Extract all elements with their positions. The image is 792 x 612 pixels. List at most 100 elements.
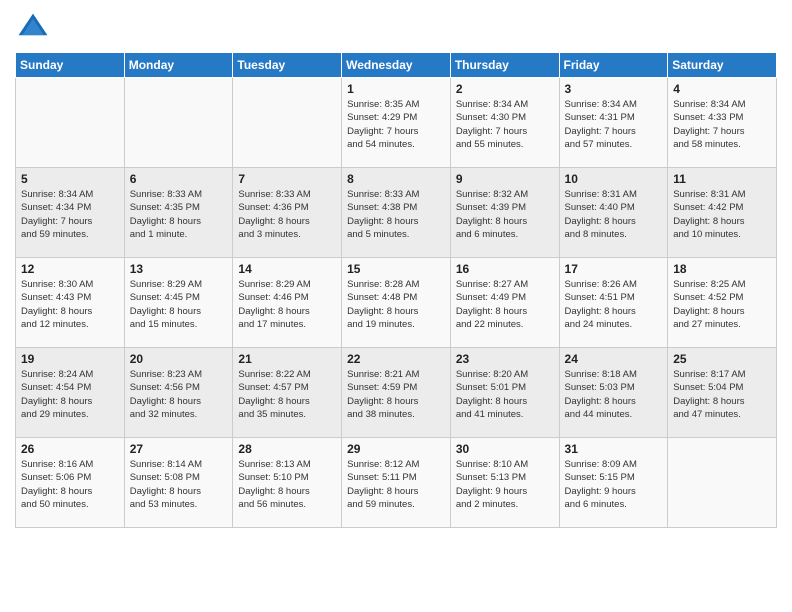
day-info: Sunrise: 8:24 AM Sunset: 4:54 PM Dayligh… <box>21 368 119 421</box>
calendar-week: 5Sunrise: 8:34 AM Sunset: 4:34 PM Daylig… <box>16 168 777 258</box>
day-info: Sunrise: 8:34 AM Sunset: 4:30 PM Dayligh… <box>456 98 554 151</box>
day-number: 11 <box>673 172 771 186</box>
calendar-cell: 24Sunrise: 8:18 AM Sunset: 5:03 PM Dayli… <box>559 348 668 438</box>
day-info: Sunrise: 8:31 AM Sunset: 4:40 PM Dayligh… <box>565 188 663 241</box>
calendar-cell: 8Sunrise: 8:33 AM Sunset: 4:38 PM Daylig… <box>342 168 451 258</box>
day-info: Sunrise: 8:10 AM Sunset: 5:13 PM Dayligh… <box>456 458 554 511</box>
calendar-cell <box>124 78 233 168</box>
day-number: 21 <box>238 352 336 366</box>
calendar-cell: 22 Sunrise: 8:21 AM Sunset: 4:59 PM Dayli… <box>342 348 451 438</box>
day-number: 22 <box>347 352 445 366</box>
day-number: 23 <box>456 352 554 366</box>
calendar-cell: 23 Sunrise: 8:20 AM Sunset: 5:01 PM Dayli… <box>450 348 559 438</box>
calendar-week: 12Sunrise: 8:30 AM Sunset: 4:43 PM Dayli… <box>16 258 777 348</box>
day-info: Sunrise: 8:20 AM Sunset: 5:01 PM Dayligh… <box>456 368 554 421</box>
day-number: 4 <box>673 82 771 96</box>
day-number: 9 <box>456 172 554 186</box>
day-info: Sunrise: 8:26 AM Sunset: 4:51 PM Dayligh… <box>565 278 663 331</box>
day-info: Sunrise: 8:34 AM Sunset: 4:33 PM Dayligh… <box>673 98 771 151</box>
day-number: 25 <box>673 352 771 366</box>
day-number: 7 <box>238 172 336 186</box>
calendar-cell: 16 Sunrise: 8:27 AM Sunset: 4:49 PM Dayli… <box>450 258 559 348</box>
calendar-cell: 11Sunrise: 8:31 AM Sunset: 4:42 PM Dayli… <box>668 168 777 258</box>
day-info: Sunrise: 8:16 AM Sunset: 5:06 PM Dayligh… <box>21 458 119 511</box>
calendar-cell: 6 Sunrise: 8:33 AM Sunset: 4:35 PM Daylig… <box>124 168 233 258</box>
header-day: Tuesday <box>233 53 342 78</box>
calendar-cell: 25 Sunrise: 8:17 AM Sunset: 5:04 PM Dayli… <box>668 348 777 438</box>
day-number: 3 <box>565 82 663 96</box>
day-number: 10 <box>565 172 663 186</box>
day-info: Sunrise: 8:18 AM Sunset: 5:03 PM Dayligh… <box>565 368 663 421</box>
day-info: Sunrise: 8:17 AM Sunset: 5:04 PM Dayligh… <box>673 368 771 421</box>
day-info: Sunrise: 8:33 AM Sunset: 4:36 PM Dayligh… <box>238 188 336 241</box>
calendar-cell: 18 Sunrise: 8:25 AM Sunset: 4:52 PM Dayli… <box>668 258 777 348</box>
day-info: Sunrise: 8:22 AM Sunset: 4:57 PM Dayligh… <box>238 368 336 421</box>
header-day: Wednesday <box>342 53 451 78</box>
day-number: 28 <box>238 442 336 456</box>
calendar-cell: 30Sunrise: 8:10 AM Sunset: 5:13 PM Dayli… <box>450 438 559 528</box>
day-number: 27 <box>130 442 228 456</box>
day-info: Sunrise: 8:14 AM Sunset: 5:08 PM Dayligh… <box>130 458 228 511</box>
header-day: Sunday <box>16 53 125 78</box>
day-number: 16 <box>456 262 554 276</box>
calendar-cell <box>668 438 777 528</box>
calendar-header: SundayMondayTuesdayWednesdayThursdayFrid… <box>16 53 777 78</box>
calendar-cell: 31 Sunrise: 8:09 AM Sunset: 5:15 PM Dayli… <box>559 438 668 528</box>
calendar-cell: 10 Sunrise: 8:31 AM Sunset: 4:40 PM Dayli… <box>559 168 668 258</box>
calendar-cell: 19 Sunrise: 8:24 AM Sunset: 4:54 PM Dayli… <box>16 348 125 438</box>
calendar: SundayMondayTuesdayWednesdayThursdayFrid… <box>15 52 777 528</box>
day-number: 20 <box>130 352 228 366</box>
calendar-cell: 21 Sunrise: 8:22 AM Sunset: 4:57 PM Dayli… <box>233 348 342 438</box>
day-info: Sunrise: 8:34 AM Sunset: 4:31 PM Dayligh… <box>565 98 663 151</box>
day-number: 6 <box>130 172 228 186</box>
page: SundayMondayTuesdayWednesdayThursdayFrid… <box>0 0 792 612</box>
calendar-week: 26 Sunrise: 8:16 AM Sunset: 5:06 PM Dayli… <box>16 438 777 528</box>
day-info: Sunrise: 8:12 AM Sunset: 5:11 PM Dayligh… <box>347 458 445 511</box>
day-number: 12 <box>21 262 119 276</box>
calendar-cell: 15Sunrise: 8:28 AM Sunset: 4:48 PM Dayli… <box>342 258 451 348</box>
calendar-cell: 29Sunrise: 8:12 AM Sunset: 5:11 PM Dayli… <box>342 438 451 528</box>
day-info: Sunrise: 8:35 AM Sunset: 4:29 PM Dayligh… <box>347 98 445 151</box>
day-number: 13 <box>130 262 228 276</box>
header-day: Friday <box>559 53 668 78</box>
header-day: Saturday <box>668 53 777 78</box>
day-number: 18 <box>673 262 771 276</box>
calendar-cell: 9 Sunrise: 8:32 AM Sunset: 4:39 PM Daylig… <box>450 168 559 258</box>
calendar-cell: 1 Sunrise: 8:35 AM Sunset: 4:29 PM Daylig… <box>342 78 451 168</box>
day-number: 17 <box>565 262 663 276</box>
day-info: Sunrise: 8:33 AM Sunset: 4:35 PM Dayligh… <box>130 188 228 241</box>
day-number: 31 <box>565 442 663 456</box>
header-day: Thursday <box>450 53 559 78</box>
calendar-week: 1 Sunrise: 8:35 AM Sunset: 4:29 PM Daylig… <box>16 78 777 168</box>
day-info: Sunrise: 8:13 AM Sunset: 5:10 PM Dayligh… <box>238 458 336 511</box>
calendar-week: 19 Sunrise: 8:24 AM Sunset: 4:54 PM Dayli… <box>16 348 777 438</box>
day-number: 15 <box>347 262 445 276</box>
day-info: Sunrise: 8:09 AM Sunset: 5:15 PM Dayligh… <box>565 458 663 511</box>
day-info: Sunrise: 8:29 AM Sunset: 4:46 PM Dayligh… <box>238 278 336 331</box>
calendar-cell: 13 Sunrise: 8:29 AM Sunset: 4:45 PM Dayli… <box>124 258 233 348</box>
day-number: 2 <box>456 82 554 96</box>
day-info: Sunrise: 8:32 AM Sunset: 4:39 PM Dayligh… <box>456 188 554 241</box>
day-info: Sunrise: 8:33 AM Sunset: 4:38 PM Dayligh… <box>347 188 445 241</box>
calendar-body: 1 Sunrise: 8:35 AM Sunset: 4:29 PM Daylig… <box>16 78 777 528</box>
calendar-cell: 2 Sunrise: 8:34 AM Sunset: 4:30 PM Daylig… <box>450 78 559 168</box>
day-info: Sunrise: 8:27 AM Sunset: 4:49 PM Dayligh… <box>456 278 554 331</box>
day-number: 1 <box>347 82 445 96</box>
logo-icon <box>15 10 51 46</box>
calendar-cell: 26 Sunrise: 8:16 AM Sunset: 5:06 PM Dayli… <box>16 438 125 528</box>
calendar-cell: 28 Sunrise: 8:13 AM Sunset: 5:10 PM Dayli… <box>233 438 342 528</box>
day-info: Sunrise: 8:23 AM Sunset: 4:56 PM Dayligh… <box>130 368 228 421</box>
header <box>15 10 777 46</box>
day-info: Sunrise: 8:21 AM Sunset: 4:59 PM Dayligh… <box>347 368 445 421</box>
calendar-cell: 12Sunrise: 8:30 AM Sunset: 4:43 PM Dayli… <box>16 258 125 348</box>
day-info: Sunrise: 8:29 AM Sunset: 4:45 PM Dayligh… <box>130 278 228 331</box>
day-number: 14 <box>238 262 336 276</box>
day-info: Sunrise: 8:25 AM Sunset: 4:52 PM Dayligh… <box>673 278 771 331</box>
calendar-cell: 3 Sunrise: 8:34 AM Sunset: 4:31 PM Daylig… <box>559 78 668 168</box>
day-number: 19 <box>21 352 119 366</box>
day-info: Sunrise: 8:34 AM Sunset: 4:34 PM Dayligh… <box>21 188 119 241</box>
calendar-cell <box>233 78 342 168</box>
day-number: 26 <box>21 442 119 456</box>
logo <box>15 10 55 46</box>
calendar-cell: 20 Sunrise: 8:23 AM Sunset: 4:56 PM Dayli… <box>124 348 233 438</box>
